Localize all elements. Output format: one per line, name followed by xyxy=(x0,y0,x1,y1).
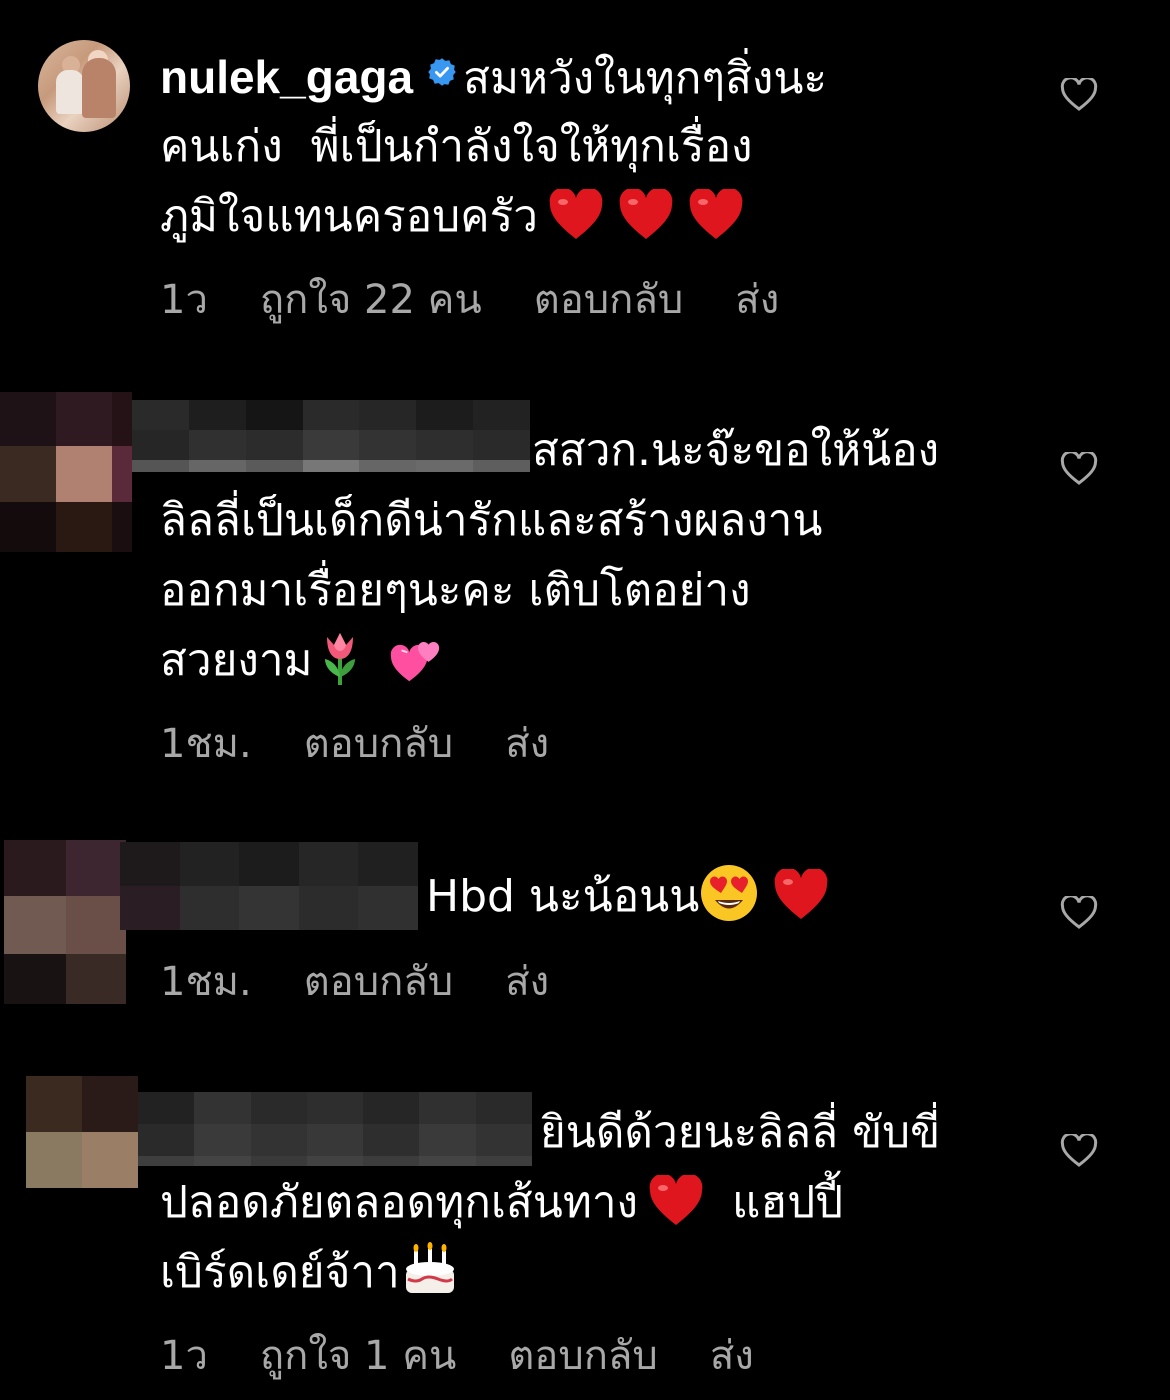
red-heart-emoji xyxy=(649,1175,703,1225)
blurred-username[interactable] xyxy=(138,1092,532,1166)
red-heart-emoji xyxy=(619,189,673,239)
username[interactable]: nulek_gaga xyxy=(160,51,413,103)
birthday-cake-emoji xyxy=(405,1242,454,1293)
comment-text-line: ออกมาเรื่อยๆนะคะ เติบโตอย่าง xyxy=(160,565,751,616)
send-button[interactable]: ส่ง xyxy=(710,1333,754,1379)
verified-badge-icon xyxy=(428,58,456,86)
heart-outline-icon[interactable] xyxy=(1060,896,1098,930)
comment-meta: 1ว ถูกใจ 22 คน ตอบกลับ ส่ง xyxy=(160,276,831,324)
red-heart-emoji xyxy=(774,869,828,919)
heart-outline-icon[interactable] xyxy=(1060,78,1098,112)
reply-button[interactable]: ตอบกลับ xyxy=(508,1333,658,1379)
avatar[interactable] xyxy=(0,392,132,552)
send-button[interactable]: ส่ง xyxy=(505,721,549,767)
timestamp: 1ชม. xyxy=(160,721,252,767)
timestamp: 1ว xyxy=(160,277,208,323)
two-hearts-emoji xyxy=(390,641,439,682)
comment-text-line: ภูมิใจแทนครอบครัว xyxy=(160,182,744,252)
send-button[interactable]: ส่ง xyxy=(505,959,549,1005)
blurred-username[interactable] xyxy=(132,400,530,472)
blurred-username[interactable] xyxy=(120,842,418,930)
comment-text-line: Hbd นะน้อนน xyxy=(426,862,829,932)
comment-text-line: ปลอดภัยตลอดทุกเส้นทาง แฮปปี้ xyxy=(160,1168,843,1238)
comment-meta: 1ชม. ตอบกลับ ส่ง xyxy=(160,958,601,1006)
comment-meta: 1ชม. ตอบกลับ ส่ง xyxy=(160,720,601,768)
comment-text-line: เบิร์ดเดย์จ้าา xyxy=(160,1238,460,1308)
reply-button[interactable]: ตอบกลับ xyxy=(534,277,684,323)
comment-body: nulek_gaga สมหวังในทุกๆสิ่งนะ xyxy=(160,42,827,114)
likes-count[interactable]: ถูกใจ 1 คน xyxy=(260,1333,456,1379)
avatar[interactable] xyxy=(4,840,126,1004)
comment-text-line: สวยงาม xyxy=(160,626,447,696)
heart-outline-icon[interactable] xyxy=(1060,1134,1098,1168)
avatar[interactable] xyxy=(38,40,130,132)
heart-outline-icon[interactable] xyxy=(1060,452,1098,486)
comment-text-line: ลิลลี่เป็นเด็กดีน่ารักและสร้างผลงาน xyxy=(160,495,823,546)
comment-text-line: สสวก.นะจ๊ะขอให้น้อง xyxy=(532,425,940,476)
reply-button[interactable]: ตอบกลับ xyxy=(304,721,454,767)
heart-eyes-emoji xyxy=(701,865,758,921)
avatar[interactable] xyxy=(26,1076,138,1188)
comment-text-line: สมหวังในทุกๆสิ่งนะ xyxy=(463,53,828,104)
red-heart-emoji xyxy=(689,189,743,239)
comment-text-line: คนเก่ง พี่เป็นกำลังใจให้ทุกเรื่อง xyxy=(160,121,753,172)
reply-button[interactable]: ตอบกลับ xyxy=(304,959,454,1005)
send-button[interactable]: ส่ง xyxy=(735,277,779,323)
timestamp: 1ชม. xyxy=(160,959,252,1005)
timestamp: 1ว xyxy=(160,1333,208,1379)
likes-count[interactable]: ถูกใจ 22 คน xyxy=(260,277,482,323)
red-heart-emoji xyxy=(549,189,603,239)
tulip-emoji xyxy=(324,633,355,685)
comment-meta: 1ว ถูกใจ 1 คน ตอบกลับ ส่ง xyxy=(160,1332,806,1380)
comment-text-line: ยินดีด้วยนะลิลลี่ ขับขี่ xyxy=(540,1107,941,1158)
